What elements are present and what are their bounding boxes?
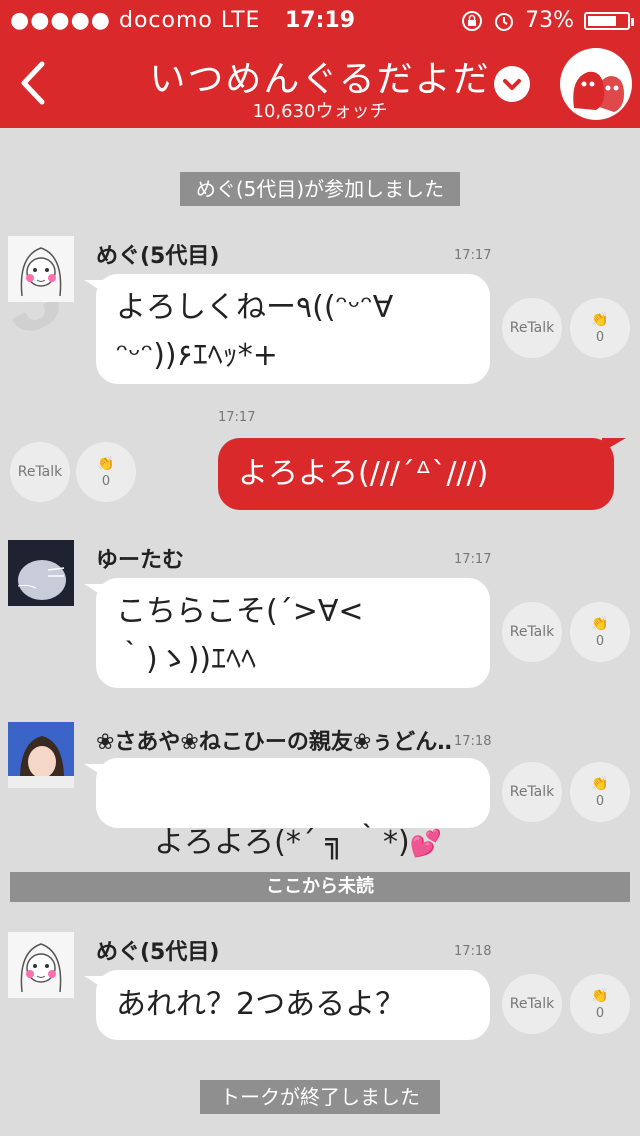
status-right: 73% — [461, 8, 634, 33]
message-time: 17:18 — [454, 734, 492, 749]
clap-count: 0 — [101, 473, 111, 489]
clap-icon: 👏 — [97, 455, 115, 472]
retalk-button[interactable]: ReTalk — [502, 974, 562, 1034]
pink-hearts-icon: 💕 — [409, 829, 443, 859]
system-message-joined: めぐ(5代目)が参加しました — [180, 172, 460, 206]
clap-count: 0 — [595, 793, 605, 809]
sender-name: めぐ(5代目) — [96, 940, 220, 965]
message-time: 17:18 — [454, 944, 492, 959]
clap-button[interactable]: 👏 0 — [570, 602, 630, 662]
message-time: 17:17 — [454, 552, 492, 567]
rotation-lock-icon — [462, 10, 483, 31]
dropdown-button[interactable] — [494, 66, 530, 102]
group-avatar[interactable] — [560, 48, 632, 120]
retalk-button[interactable]: ReTalk — [502, 298, 562, 358]
ghost-mascot-icon — [573, 71, 624, 112]
message-time: 17:17 — [218, 410, 256, 425]
message-time: 17:17 — [454, 248, 492, 263]
clap-count: 0 — [595, 633, 605, 649]
retalk-button[interactable]: ReTalk — [10, 442, 70, 502]
message-bubble[interactable]: あれれ？2つあるよ？ — [84, 970, 490, 1040]
clap-button[interactable]: 👏 0 — [76, 442, 136, 502]
chat-title: いつめんぐるだよだ — [149, 59, 491, 100]
battery-percent: 73% — [525, 8, 574, 33]
message-bubble[interactable]: よろよろ(*´ ╗ ｀*)💕 — [84, 758, 490, 860]
sender-name: ゆーたむ — [96, 548, 185, 573]
clap-icon: 👏 — [591, 311, 609, 328]
unread-divider: ここから未読 — [10, 872, 630, 902]
own-message-bubble[interactable]: よろよろ(///´ᐞ`///) — [218, 438, 626, 510]
retalk-button[interactable]: ReTalk — [502, 762, 562, 822]
clap-icon: 👏 — [591, 615, 609, 632]
system-message-ended: トークが終了しました — [200, 1080, 440, 1114]
message-text: よろよろ(*´ ╗ ｀*) — [154, 825, 410, 860]
sketch-girl-avatar — [8, 236, 74, 302]
photo-avatar — [8, 722, 74, 788]
back-arrow-icon[interactable] — [14, 58, 54, 108]
clap-icon: 👏 — [591, 775, 609, 792]
chevron-down-icon — [503, 79, 521, 90]
avatar-yuutamu[interactable] — [8, 540, 74, 606]
sender-name: ❀さあや❀ねこひーの親友❀ぅどん… — [96, 730, 452, 755]
clap-button[interactable]: 👏 0 — [570, 762, 630, 822]
alarm-icon — [495, 12, 514, 31]
clap-count: 0 — [595, 329, 605, 345]
clap-button[interactable]: 👏 0 — [570, 974, 630, 1034]
battery-icon — [584, 11, 634, 30]
sender-name: めぐ(5代目) — [96, 244, 220, 269]
avatar-megu[interactable] — [8, 236, 74, 302]
app-header: ●●●●● docomo LTE 17:19 73% いつめんぐるだよだ 10,… — [0, 0, 640, 128]
chat-area[interactable]: ᵕ めぐ(5代目)が参加しました めぐ(5代目) 17:17 よろしくねー٩((… — [0, 128, 640, 1136]
sketch-girl-avatar — [8, 932, 74, 998]
photo-avatar — [8, 540, 74, 606]
clap-count: 0 — [595, 1005, 605, 1021]
message-bubble[interactable]: よろしくねー٩((ᵔᵕᵔ∀ ᵔᵕᵔ))۶ｴﾍｯ*+ — [84, 274, 490, 384]
status-bar: ●●●●● docomo LTE 17:19 73% — [0, 0, 640, 40]
clap-icon: 👏 — [591, 987, 609, 1004]
avatar-megu[interactable] — [8, 932, 74, 998]
watch-count: 10,630ウォッチ — [252, 101, 388, 122]
avatar-saaya[interactable] — [8, 722, 74, 788]
retalk-button[interactable]: ReTalk — [502, 602, 562, 662]
clap-button[interactable]: 👏 0 — [570, 298, 630, 358]
message-bubble[interactable]: こちらこそ(´>∀< ｀)ゝ))ｴﾍﾍ — [84, 578, 490, 688]
